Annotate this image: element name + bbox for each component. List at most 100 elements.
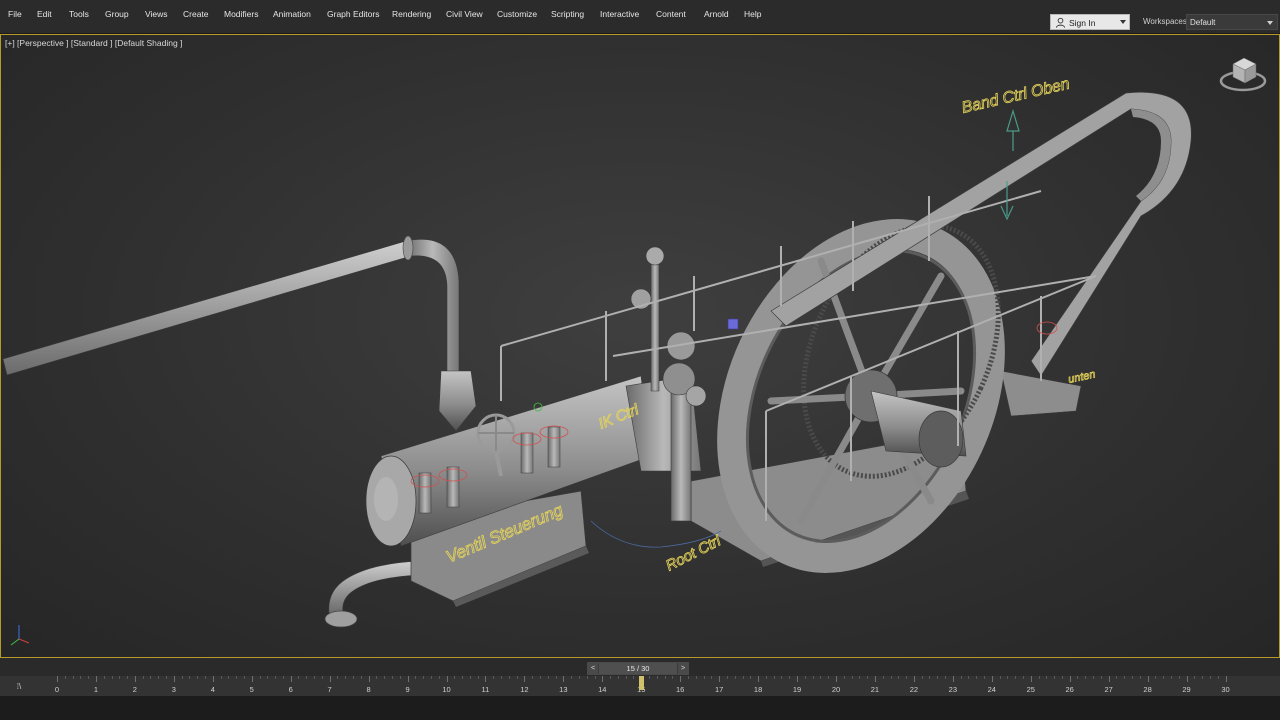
frame-tick bbox=[173, 676, 175, 682]
minor-tick bbox=[508, 676, 510, 679]
frame-tick bbox=[368, 676, 370, 682]
menu-graph-editors[interactable]: Graph Editors bbox=[327, 0, 379, 36]
menu-arnold[interactable]: Arnold bbox=[704, 0, 729, 36]
minor-tick bbox=[1170, 676, 1172, 679]
minor-tick bbox=[742, 676, 744, 679]
minor-tick bbox=[804, 676, 806, 679]
minor-tick bbox=[672, 676, 674, 679]
minor-tick bbox=[275, 676, 277, 679]
frame-tick bbox=[602, 676, 604, 682]
minor-tick bbox=[438, 676, 440, 679]
frame-tick bbox=[758, 676, 760, 682]
minor-tick bbox=[789, 676, 791, 679]
minor-tick bbox=[1124, 676, 1126, 679]
minor-tick bbox=[1116, 676, 1118, 679]
menu-file[interactable]: File bbox=[8, 0, 22, 36]
minor-tick bbox=[1100, 676, 1102, 679]
sign-in-dropdown[interactable]: Sign In bbox=[1050, 14, 1130, 30]
minor-tick bbox=[150, 676, 152, 679]
menu-views[interactable]: Views bbox=[145, 0, 168, 36]
frame-tick bbox=[874, 676, 876, 682]
menu-content[interactable]: Content bbox=[656, 0, 686, 36]
frame-tick bbox=[212, 676, 214, 682]
menu-create[interactable]: Create bbox=[183, 0, 209, 36]
minor-tick bbox=[1015, 676, 1017, 679]
minor-tick bbox=[337, 676, 339, 679]
minor-tick bbox=[1022, 676, 1024, 679]
minor-tick bbox=[228, 676, 230, 679]
minor-tick bbox=[617, 676, 619, 679]
track-toggle-button[interactable]: ⁞\ bbox=[4, 680, 34, 693]
minor-tick bbox=[391, 676, 393, 679]
annotation-unten: unten bbox=[1067, 368, 1096, 385]
minor-tick bbox=[72, 676, 74, 679]
minor-tick bbox=[376, 676, 378, 679]
menu-group[interactable]: Group bbox=[105, 0, 129, 36]
minor-tick bbox=[929, 676, 931, 679]
frame-tick bbox=[95, 676, 97, 682]
menu-bar: File Edit Tools Group Views Create Modif… bbox=[0, 0, 1280, 34]
minor-tick bbox=[127, 676, 129, 679]
minor-tick bbox=[726, 676, 728, 679]
playhead[interactable] bbox=[639, 676, 645, 690]
minor-tick bbox=[781, 676, 783, 679]
minor-tick bbox=[306, 676, 308, 679]
menu-modifiers[interactable]: Modifiers bbox=[224, 0, 258, 36]
menu-customize[interactable]: Customize bbox=[497, 0, 537, 36]
menu-rendering[interactable]: Rendering bbox=[392, 0, 431, 36]
menu-scripting[interactable]: Scripting bbox=[551, 0, 584, 36]
minor-tick bbox=[220, 676, 222, 679]
minor-tick bbox=[945, 676, 947, 679]
frame-tick-label: 19 bbox=[792, 685, 802, 694]
frame-ruler[interactable]: 0123456789101112131415161718192021222324… bbox=[38, 676, 1280, 696]
exhaust-pipe bbox=[2, 235, 477, 432]
minor-tick bbox=[656, 676, 658, 679]
menu-interactive[interactable]: Interactive bbox=[600, 0, 639, 36]
time-slider[interactable]: < 15 / 30 > bbox=[587, 662, 689, 675]
minor-tick bbox=[197, 676, 199, 679]
minor-tick bbox=[1209, 676, 1211, 679]
previous-frame-button[interactable]: < bbox=[588, 663, 598, 674]
minor-tick bbox=[820, 676, 822, 679]
minor-tick bbox=[158, 676, 160, 679]
workspace-select[interactable]: Default bbox=[1186, 14, 1278, 30]
minor-tick bbox=[282, 676, 284, 679]
frame-tick-label: 17 bbox=[714, 685, 724, 694]
minor-tick bbox=[1139, 676, 1141, 679]
minor-tick bbox=[539, 676, 541, 679]
menu-help[interactable]: Help bbox=[744, 0, 761, 36]
minor-tick bbox=[181, 676, 183, 679]
minor-tick bbox=[1077, 676, 1079, 679]
frame-tick bbox=[1069, 676, 1071, 682]
frame-tick bbox=[134, 676, 136, 682]
status-strip bbox=[0, 696, 1280, 720]
frame-tick bbox=[991, 676, 993, 682]
minor-tick bbox=[345, 676, 347, 679]
minor-tick bbox=[1178, 676, 1180, 679]
minor-tick bbox=[469, 676, 471, 679]
minor-tick bbox=[812, 676, 814, 679]
next-frame-button[interactable]: > bbox=[678, 663, 688, 674]
minor-tick bbox=[243, 676, 245, 679]
menu-civil-view[interactable]: Civil View bbox=[446, 0, 483, 36]
frame-display[interactable]: 15 / 30 bbox=[599, 663, 677, 674]
frame-tick-label: 6 bbox=[288, 685, 293, 694]
user-icon bbox=[1055, 17, 1066, 28]
minor-tick bbox=[898, 676, 900, 679]
minor-tick bbox=[399, 676, 401, 679]
minor-tick bbox=[711, 676, 713, 679]
minor-tick bbox=[1085, 676, 1087, 679]
minor-tick bbox=[298, 676, 300, 679]
viewcube-icon[interactable] bbox=[1219, 57, 1267, 92]
menu-edit[interactable]: Edit bbox=[37, 0, 52, 36]
minor-tick bbox=[477, 676, 479, 679]
perspective-viewport[interactable]: [+] [Perspective ] [Standard ] [Default … bbox=[0, 34, 1280, 658]
track-bar[interactable]: ⁞\ 0123456789101112131415161718192021222… bbox=[0, 676, 1280, 696]
menu-tools[interactable]: Tools bbox=[69, 0, 89, 36]
minor-tick bbox=[501, 676, 503, 679]
frame-tick-label: 21 bbox=[870, 685, 880, 694]
menu-animation[interactable]: Animation bbox=[273, 0, 311, 36]
minor-tick bbox=[773, 676, 775, 679]
frame-tick-label: 12 bbox=[520, 685, 529, 694]
minor-tick bbox=[267, 676, 269, 679]
